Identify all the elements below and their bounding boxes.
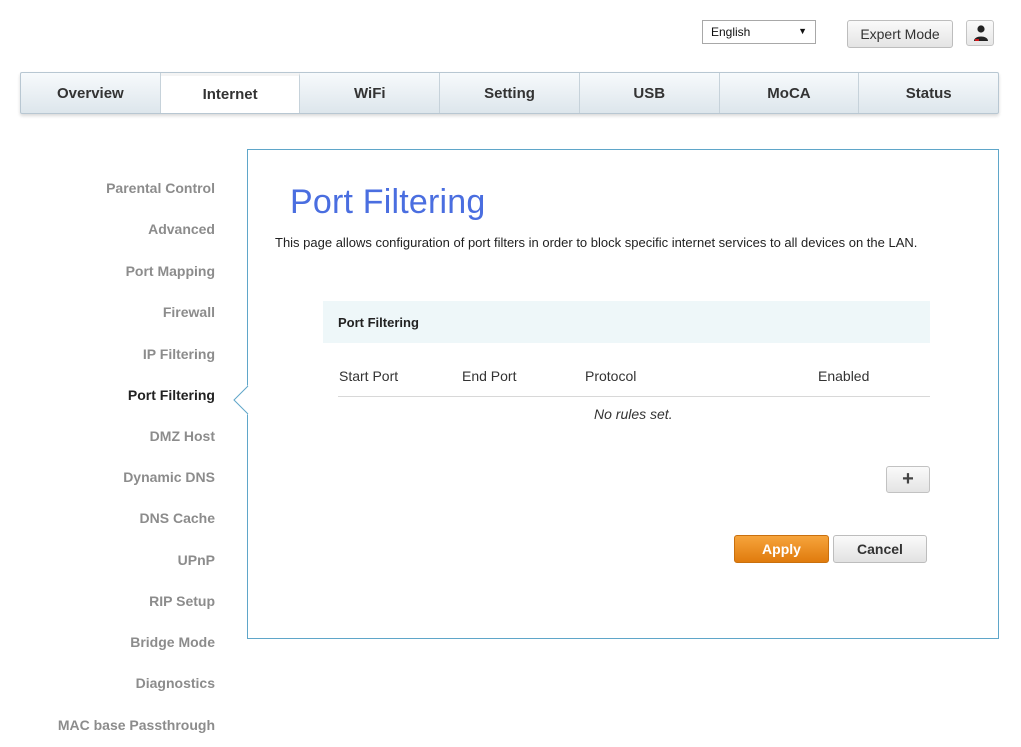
sidebar-item-port-filtering[interactable]: Port Filtering xyxy=(128,387,215,403)
sidebar-item-ip-filtering[interactable]: IP Filtering xyxy=(143,346,215,362)
tab-setting[interactable]: Setting xyxy=(440,73,580,113)
sidebar-item-rip-setup[interactable]: RIP Setup xyxy=(149,593,215,609)
table-divider xyxy=(338,396,930,397)
user-button[interactable] xyxy=(966,20,994,46)
sidebar-item-dmz-host[interactable]: DMZ Host xyxy=(150,428,215,444)
sidebar-item-port-mapping[interactable]: Port Mapping xyxy=(126,263,215,279)
cancel-button[interactable]: Cancel xyxy=(833,535,927,563)
active-item-pointer xyxy=(233,385,249,415)
sidebar-item-mac-base-passthrough[interactable]: MAC base Passthrough xyxy=(58,717,215,733)
main-nav: Overview Internet WiFi Setting USB MoCA … xyxy=(20,72,999,114)
user-icon xyxy=(974,25,988,41)
add-rule-button[interactable]: + xyxy=(886,466,930,493)
sidebar-item-advanced[interactable]: Advanced xyxy=(148,221,215,237)
language-select[interactable]: English ▼ xyxy=(702,20,816,44)
empty-table-message: No rules set. xyxy=(594,406,673,422)
column-protocol: Protocol xyxy=(585,368,637,384)
language-select-value: English xyxy=(711,25,751,39)
sidebar-item-dynamic-dns[interactable]: Dynamic DNS xyxy=(123,469,215,485)
page-title: Port Filtering xyxy=(290,183,486,221)
page-description: This page allows configuration of port f… xyxy=(275,235,918,250)
sidebar-item-firewall[interactable]: Firewall xyxy=(163,304,215,320)
tab-moca[interactable]: MoCA xyxy=(720,73,860,113)
expert-mode-button[interactable]: Expert Mode xyxy=(847,20,953,48)
tab-internet[interactable]: Internet xyxy=(160,73,301,113)
column-start-port: Start Port xyxy=(339,368,399,384)
plus-icon: + xyxy=(902,468,914,490)
sidebar-item-dns-cache[interactable]: DNS Cache xyxy=(140,510,215,526)
sidebar-item-upnp[interactable]: UPnP xyxy=(178,552,215,568)
apply-button[interactable]: Apply xyxy=(734,535,829,563)
sidebar-item-parental-control[interactable]: Parental Control xyxy=(106,180,215,196)
content-panel xyxy=(247,149,999,639)
table-title: Port Filtering xyxy=(323,301,930,343)
column-end-port: End Port xyxy=(462,368,517,384)
caret-down-icon: ▼ xyxy=(798,26,807,36)
tab-overview[interactable]: Overview xyxy=(21,73,161,113)
tab-wifi[interactable]: WiFi xyxy=(300,73,441,113)
tab-status[interactable]: Status xyxy=(859,73,998,113)
tab-usb[interactable]: USB xyxy=(580,73,720,113)
sidebar-item-bridge-mode[interactable]: Bridge Mode xyxy=(130,634,215,650)
sidebar-item-diagnostics[interactable]: Diagnostics xyxy=(136,675,215,691)
column-enabled: Enabled xyxy=(818,368,870,384)
